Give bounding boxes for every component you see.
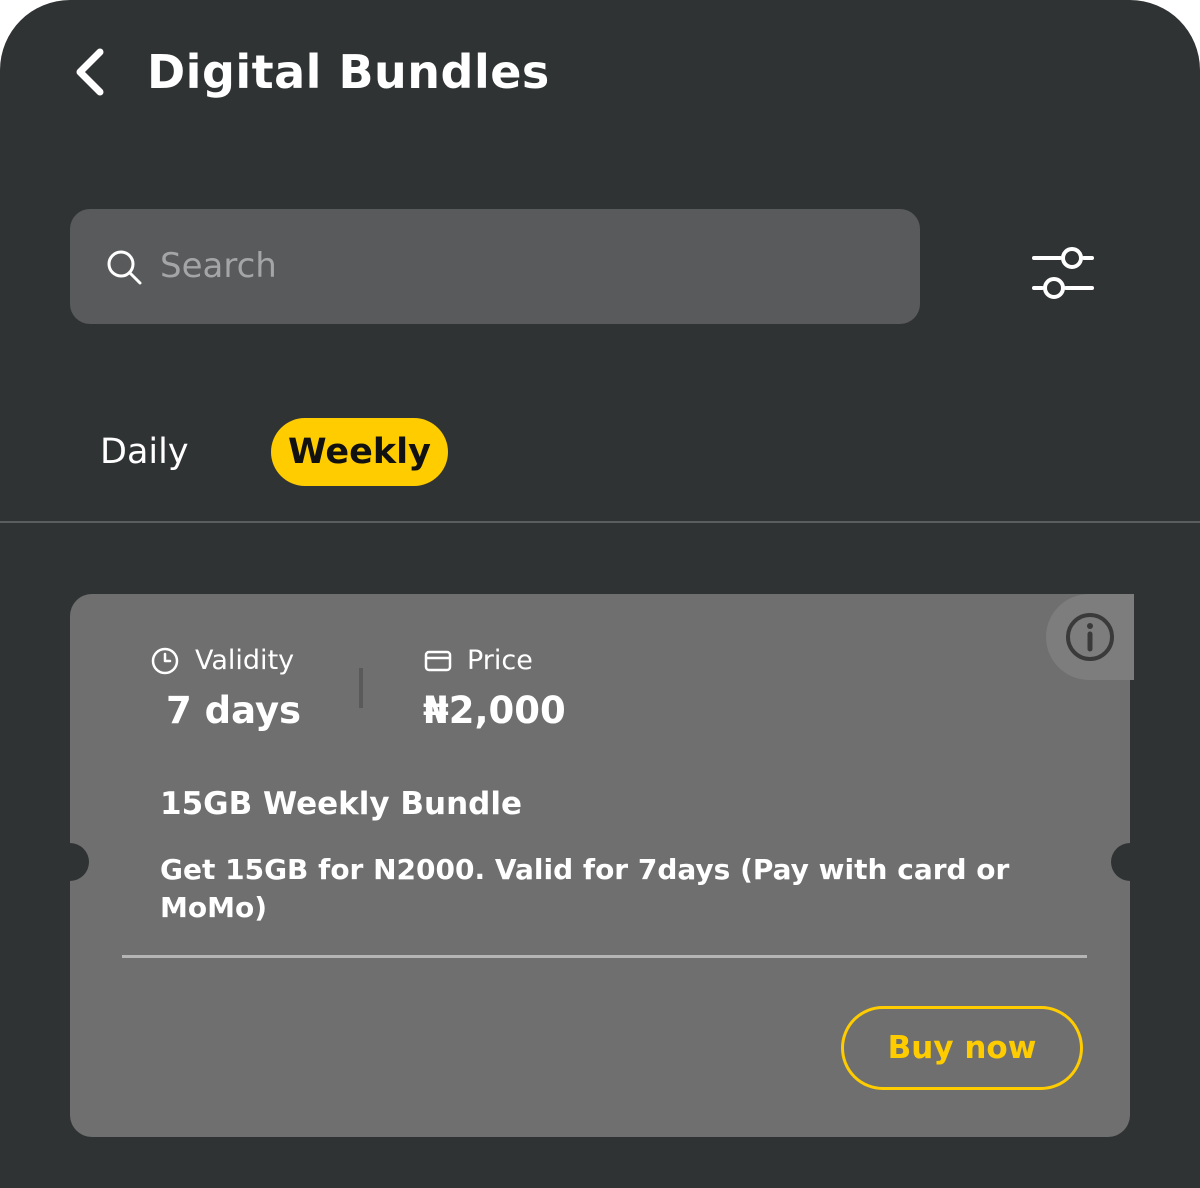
app-screen: Digital Bundles Daily Weekly Validity: [0, 0, 1200, 1188]
bundle-name: 15GB Weekly Bundle: [160, 786, 522, 822]
buy-now-button[interactable]: Buy now: [841, 1006, 1083, 1090]
sliders-icon: [1032, 247, 1094, 299]
validity-value: 7 days: [166, 689, 302, 732]
card-notch-left: [51, 843, 89, 881]
tab-daily[interactable]: Daily: [100, 418, 189, 486]
meta-separator: [359, 668, 363, 708]
info-button[interactable]: [1046, 594, 1134, 680]
card-notch-right: [1111, 843, 1149, 881]
chevron-left-icon: [76, 48, 104, 96]
price-value: ₦2,000: [423, 689, 566, 732]
back-button[interactable]: [58, 40, 122, 104]
tabs-divider: [0, 521, 1200, 523]
info-icon: [1066, 613, 1114, 661]
filter-button[interactable]: [1026, 236, 1100, 310]
page-title: Digital Bundles: [147, 45, 550, 99]
header: Digital Bundles: [0, 0, 1200, 150]
clock-icon: [151, 647, 179, 675]
tab-weekly[interactable]: Weekly: [271, 418, 448, 486]
search-input[interactable]: [160, 236, 900, 296]
validity-label: Validity: [195, 645, 295, 676]
card-divider: [122, 955, 1087, 958]
search-icon: [107, 250, 142, 285]
bundle-description: Get 15GB for N2000. Valid for 7days (Pay…: [160, 853, 1010, 924]
card-icon: [424, 650, 452, 672]
price-label: Price: [467, 645, 533, 676]
